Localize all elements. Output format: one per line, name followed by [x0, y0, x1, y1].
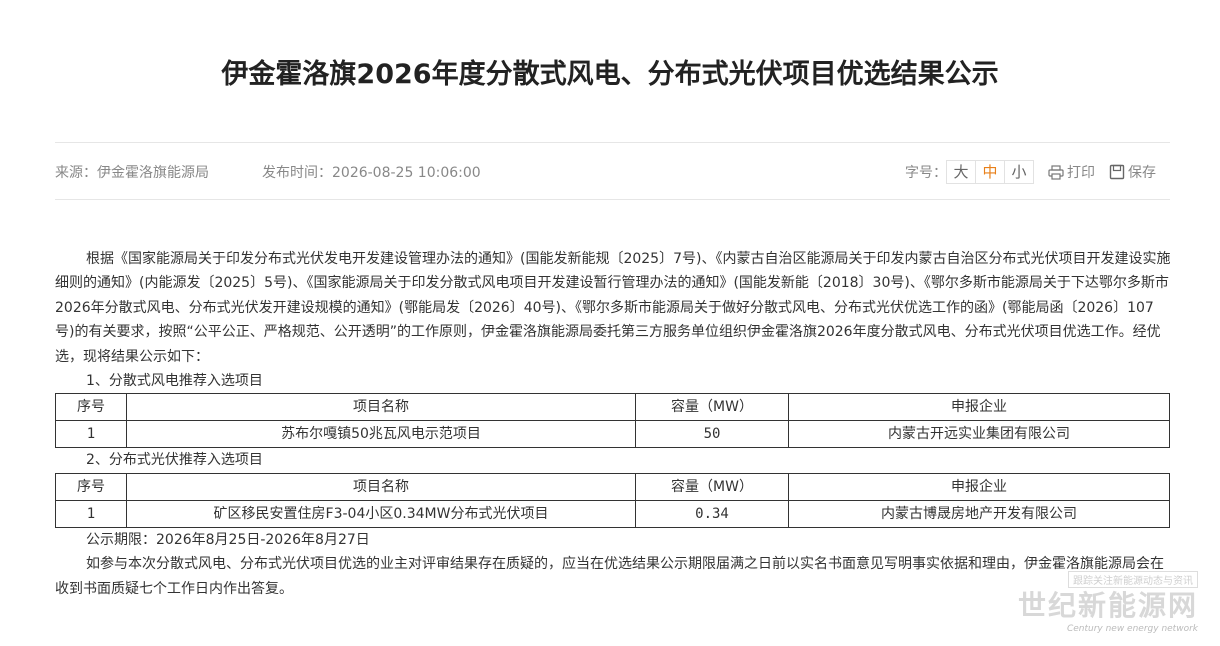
- save-button[interactable]: 保存: [1109, 162, 1156, 182]
- printer-icon: [1048, 164, 1064, 180]
- header-name: 项目名称: [126, 472, 636, 501]
- cell-company: 内蒙古开远实业集团有限公司: [788, 420, 1170, 449]
- font-large-button[interactable]: 大: [946, 160, 976, 184]
- cell-no: 1: [55, 420, 127, 449]
- table-header-row: 序号 项目名称 容量（MW） 申报企业: [55, 472, 1170, 501]
- solar-projects-table: 序号 项目名称 容量（MW） 申报企业 1 矿区移民安置住房F3-04小区0.3…: [55, 472, 1170, 528]
- cell-capacity: 50: [635, 420, 789, 449]
- source-label: 来源：伊金霍洛旗能源局: [55, 165, 209, 181]
- print-button[interactable]: 打印: [1048, 162, 1095, 182]
- watermark: 跟踪关注新能源动态与资讯 世纪新能源网 Century new energy n…: [1018, 569, 1198, 634]
- watermark-logo-text: 世纪新能源网: [1017, 589, 1198, 622]
- header-name: 项目名称: [126, 393, 636, 422]
- header-company: 申报企业: [788, 472, 1170, 501]
- table-row: 1 矿区移民安置住房F3-04小区0.34MW分布式光伏项目 0.34 内蒙古博…: [55, 499, 1170, 528]
- font-medium-button[interactable]: 中: [975, 160, 1005, 184]
- font-small-button[interactable]: 小: [1004, 160, 1034, 184]
- save-icon: [1109, 164, 1125, 180]
- table-header-row: 序号 项目名称 容量（MW） 申报企业: [55, 393, 1170, 422]
- closing-paragraph: 如参与本次分散式风电、分布式光伏项目优选的业主对评审结果存在质疑的，应当在优选结…: [55, 556, 1164, 597]
- print-label: 打印: [1067, 165, 1095, 181]
- cell-name: 矿区移民安置住房F3-04小区0.34MW分布式光伏项目: [126, 499, 636, 528]
- header-company: 申报企业: [788, 393, 1170, 422]
- table-row: 1 苏布尔嘎镇50兆瓦风电示范项目 50 内蒙古开远实业集团有限公司: [55, 420, 1170, 449]
- save-label: 保存: [1128, 165, 1156, 181]
- article-meta-bar: 来源：伊金霍洛旗能源局 发布时间：2026-08-25 10:06:00 字号：…: [55, 142, 1170, 200]
- cell-company: 内蒙古博晟房地产开发有限公司: [788, 499, 1170, 528]
- article-body: 根据《国家能源局关于印发分布式光伏发电开发建设管理办法的通知》(国能发新能规〔2…: [55, 247, 1173, 601]
- watermark-tagline: 跟踪关注新能源动态与资讯: [1068, 571, 1198, 588]
- cell-no: 1: [55, 499, 127, 528]
- intro-paragraph: 根据《国家能源局关于印发分布式光伏发电开发建设管理办法的通知》(国能发新能规〔2…: [55, 251, 1171, 365]
- wind-projects-table: 序号 项目名称 容量（MW） 申报企业 1 苏布尔嘎镇50兆瓦风电示范项目 50…: [55, 393, 1170, 449]
- section-heading-wind: 1、分散式风电推荐入选项目: [86, 373, 263, 390]
- cell-capacity: 0.34: [635, 499, 789, 528]
- section-heading-solar: 2、分布式光伏推荐入选项目: [86, 452, 263, 469]
- article-tools: 字号： 大 中 小 打印 保存: [905, 160, 1156, 184]
- header-no: 序号: [55, 472, 127, 501]
- header-capacity: 容量（MW）: [635, 393, 789, 422]
- page-title: 伊金霍洛旗2026年度分散式风电、分布式光伏项目优选结果公示: [221, 59, 999, 90]
- watermark-english: Century new energy network: [1066, 624, 1198, 634]
- publicity-period: 公示期限：2026年8月25日-2026年8月27日: [86, 531, 370, 548]
- header-capacity: 容量（MW）: [635, 472, 789, 501]
- header-no: 序号: [55, 393, 127, 422]
- publish-time: 发布时间：2026-08-25 10:06:00: [262, 165, 481, 181]
- cell-name: 苏布尔嘎镇50兆瓦风电示范项目: [126, 420, 636, 449]
- font-size-label: 字号：: [905, 165, 947, 181]
